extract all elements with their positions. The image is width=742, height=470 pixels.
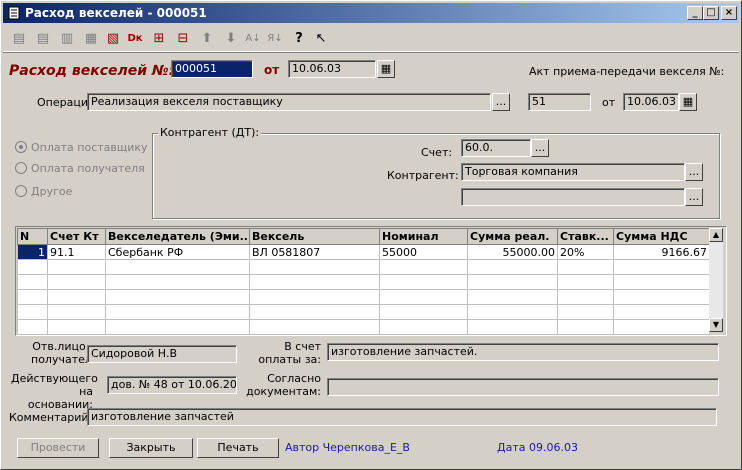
account-field[interactable]: 60.0.: [461, 139, 531, 157]
act-date-field[interactable]: 10.06.03: [623, 93, 679, 111]
window-title: Расход векселей - 000051: [25, 6, 207, 20]
col-nominal-header[interactable]: Номинал: [379, 228, 468, 245]
contractor-label: Контрагент:: [387, 169, 459, 182]
table-row[interactable]: [17, 304, 710, 320]
calendar-icon: ▦: [380, 62, 392, 75]
radio-empty-icon: [15, 162, 27, 174]
comment-label: Комментарий:: [9, 411, 93, 424]
account-browse-button[interactable]: ...: [531, 139, 549, 157]
basis-field[interactable]: дов. № 48 от 10.06.2003: [107, 376, 237, 394]
responsible-label: Отв.лицо получателя:: [31, 340, 103, 366]
docs-field[interactable]: [327, 378, 719, 396]
document-icon: [8, 6, 20, 20]
edit-row-icon[interactable]: ▥: [57, 29, 77, 49]
add-line-icon[interactable]: ⊞: [149, 29, 169, 49]
cell-issuer[interactable]: Сбербанк РФ: [105, 244, 250, 260]
payment-for-field[interactable]: изготовление запчастей.: [327, 343, 719, 361]
minimize-button[interactable]: _: [687, 6, 703, 20]
radio-dot-icon: [15, 141, 27, 153]
contractor-extra-browse-button[interactable]: ...: [685, 188, 703, 206]
delete-row-icon[interactable]: ▦: [81, 29, 101, 49]
cell-nominal[interactable]: 55000: [379, 244, 468, 260]
date-prefix: от: [264, 63, 280, 77]
calendar-icon: ▦: [682, 95, 694, 108]
table-row[interactable]: [17, 289, 710, 305]
cell-sum[interactable]: 55000.00: [467, 244, 558, 260]
move-up-icon[interactable]: ⬆: [197, 29, 217, 49]
table-row[interactable]: 1 91.1 Сбербанк РФ ВЛ 0581807 55000 5500…: [17, 244, 710, 260]
radio-other[interactable]: Другое: [15, 185, 72, 198]
contractor-field[interactable]: Торговая компания: [461, 163, 685, 181]
add-row-icon[interactable]: ▤: [9, 29, 29, 49]
cell-bill[interactable]: ВЛ 0581807: [249, 244, 380, 260]
post-button[interactable]: Провести: [17, 438, 99, 458]
calendar-button[interactable]: ▦: [377, 60, 395, 78]
cell-rate[interactable]: 20%: [557, 244, 614, 260]
securities-table: N Счет Кт Векселедатель (Эми... Вексель …: [17, 228, 710, 335]
table-row[interactable]: [17, 259, 710, 275]
col-vat-header[interactable]: Сумма НДС: [613, 228, 710, 245]
doc-label: Расход векселей №:: [9, 63, 175, 79]
cell-n[interactable]: 1: [17, 244, 48, 260]
act-number-field[interactable]: 51: [528, 93, 591, 111]
table-row[interactable]: [17, 319, 710, 335]
act-calendar-button[interactable]: ▦: [679, 93, 697, 111]
table-row[interactable]: [17, 274, 710, 290]
context-help-icon[interactable]: ↖: [311, 29, 331, 49]
payment-for-label: В счет оплаты за:: [258, 340, 321, 366]
operation-field[interactable]: Реализация векселя поставщику: [87, 93, 491, 111]
col-n-header[interactable]: N: [17, 228, 48, 245]
date-status: Дата 09.06.03: [497, 441, 578, 454]
insert-line-icon[interactable]: ⊟: [173, 29, 193, 49]
docs-label: Согласно документам:: [246, 372, 321, 398]
contractor-browse-button[interactable]: ...: [685, 163, 703, 181]
close-window-button[interactable]: ×: [721, 6, 737, 20]
comment-field[interactable]: изготовление запчастей: [87, 408, 717, 426]
help-icon[interactable]: ?: [289, 29, 309, 49]
col-rate-header[interactable]: Ставк...: [557, 228, 614, 245]
close-button[interactable]: Закрыть: [109, 438, 193, 458]
account-label: Счет:: [421, 146, 453, 159]
radio-empty-icon: [15, 185, 27, 197]
cell-account[interactable]: 91.1: [47, 244, 106, 260]
radio-pay-recipient[interactable]: Оплата получателя: [15, 162, 145, 175]
col-account-header[interactable]: Счет Кт: [47, 228, 106, 245]
toolbar: ▤ ▤ ▥ ▦ ▧ Dк ⊞ ⊟ ⬆ ⬇ A↓ Я↓ ? ↖: [3, 25, 739, 52]
copy-row-icon[interactable]: ▤: [33, 29, 53, 49]
responsible-field[interactable]: Сидоровой Н.В: [87, 345, 237, 363]
col-sum-header[interactable]: Сумма реал.: [467, 228, 558, 245]
contractor-extra-field[interactable]: [461, 188, 685, 206]
sort-asc-icon[interactable]: A↓: [243, 29, 263, 49]
print-button[interactable]: Печать: [197, 438, 279, 458]
scroll-down-icon[interactable]: ▼: [709, 318, 723, 332]
act-label: Акт приема-передачи векселя №:: [529, 65, 725, 78]
move-down-icon[interactable]: ⬇: [221, 29, 241, 49]
sort-desc-icon[interactable]: Я↓: [265, 29, 285, 49]
basis-label: Действующего на основании:: [11, 372, 98, 411]
act-date-prefix: от: [602, 96, 616, 109]
delete-dk-icon[interactable]: Dк: [125, 29, 145, 49]
doc-date-field[interactable]: 10.06.03: [288, 60, 376, 78]
document-window: Расход векселей - 000051 _ □ × ▤ ▤ ▥ ▦ ▧…: [0, 0, 742, 470]
col-bill-header[interactable]: Вексель: [249, 228, 380, 245]
title-bar[interactable]: Расход векселей - 000051 _ □ ×: [3, 3, 739, 23]
counterparty-group-label: Контрагент (ДТ):: [158, 126, 262, 139]
operation-browse-button[interactable]: ...: [492, 93, 510, 111]
table-header-row: N Счет Кт Векселедатель (Эми... Вексель …: [17, 228, 710, 245]
mark-delete-icon[interactable]: ▧: [103, 29, 123, 49]
table-scrollbar[interactable]: ▲ ▼: [709, 228, 723, 332]
doc-number-field[interactable]: 000051: [171, 60, 253, 78]
col-issuer-header[interactable]: Векселедатель (Эми...: [105, 228, 250, 245]
scroll-up-icon[interactable]: ▲: [709, 228, 723, 242]
radio-pay-supplier[interactable]: Оплата поставщику: [15, 141, 148, 154]
maximize-button[interactable]: □: [703, 6, 719, 20]
author-status: Автор Черепкова_Е_В: [285, 441, 410, 454]
cell-vat[interactable]: 9166.67: [613, 244, 710, 260]
